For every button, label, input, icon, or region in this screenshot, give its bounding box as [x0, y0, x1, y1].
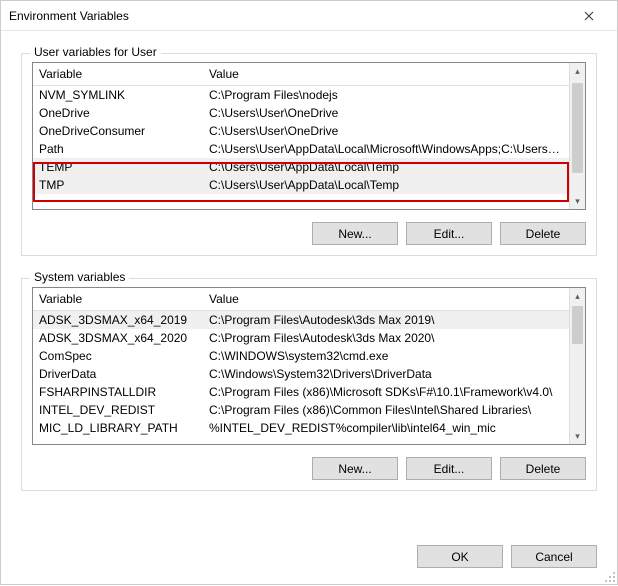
user-scroll-thumb[interactable]	[572, 83, 583, 173]
resize-grip-icon[interactable]	[604, 571, 616, 583]
table-row[interactable]: DriverDataC:\Windows\System32\Drivers\Dr…	[33, 365, 569, 383]
scroll-down-icon[interactable]: ▾	[570, 428, 585, 444]
cell-value: C:\Program Files\nodejs	[203, 86, 569, 105]
user-variables-table-wrap: Variable Value NVM_SYMLINKC:\Program Fil…	[32, 62, 586, 210]
cell-value: C:\Program Files (x86)\Common Files\Inte…	[203, 401, 569, 419]
cell-value: C:\Users\User\AppData\Local\Temp	[203, 158, 569, 176]
close-icon	[584, 11, 594, 21]
table-row[interactable]: PathC:\Users\User\AppData\Local\Microsof…	[33, 140, 569, 158]
user-variables-table[interactable]: Variable Value NVM_SYMLINKC:\Program Fil…	[33, 63, 569, 194]
cell-variable: MIC_LD_LIBRARY_PATH	[33, 419, 203, 437]
user-group-label: User variables for User	[30, 45, 161, 59]
system-new-button[interactable]: New...	[312, 457, 398, 480]
table-row[interactable]: TEMPC:\Users\User\AppData\Local\Temp	[33, 158, 569, 176]
cell-variable: OneDriveConsumer	[33, 122, 203, 140]
system-variables-table-wrap: Variable Value ADSK_3DSMAX_x64_2019C:\Pr…	[32, 287, 586, 445]
cell-value: C:\Users\User\OneDrive	[203, 122, 569, 140]
scroll-up-icon[interactable]: ▴	[570, 288, 585, 304]
cell-variable: TMP	[33, 176, 203, 194]
user-col-variable[interactable]: Variable	[33, 63, 203, 86]
user-scrollbar[interactable]: ▴ ▾	[569, 63, 585, 209]
system-buttons-row: New... Edit... Delete	[32, 457, 586, 480]
system-variables-group: System variables Variable Value ADSK_3DS…	[21, 278, 597, 491]
user-edit-button[interactable]: Edit...	[406, 222, 492, 245]
scroll-down-icon[interactable]: ▾	[570, 193, 585, 209]
scroll-up-icon[interactable]: ▴	[570, 63, 585, 79]
cell-variable: INTEL_DEV_REDIST	[33, 401, 203, 419]
system-scrollbar[interactable]: ▴ ▾	[569, 288, 585, 444]
cell-value: C:\Program Files\Autodesk\3ds Max 2020\	[203, 329, 569, 347]
system-col-value[interactable]: Value	[203, 288, 569, 311]
user-col-value[interactable]: Value	[203, 63, 569, 86]
cell-value: C:\Windows\System32\Drivers\DriverData	[203, 365, 569, 383]
table-row[interactable]: INTEL_DEV_REDISTC:\Program Files (x86)\C…	[33, 401, 569, 419]
close-button[interactable]	[569, 2, 609, 30]
cell-variable: ADSK_3DSMAX_x64_2020	[33, 329, 203, 347]
cell-value: C:\Users\User\AppData\Local\Temp	[203, 176, 569, 194]
system-col-variable[interactable]: Variable	[33, 288, 203, 311]
cell-variable: TEMP	[33, 158, 203, 176]
cell-variable: FSHARPINSTALLDIR	[33, 383, 203, 401]
cell-variable: NVM_SYMLINK	[33, 86, 203, 105]
cell-value: C:\Program Files\Autodesk\3ds Max 2019\	[203, 311, 569, 330]
system-scroll-thumb[interactable]	[572, 306, 583, 344]
table-row[interactable]: ADSK_3DSMAX_x64_2020C:\Program Files\Aut…	[33, 329, 569, 347]
table-row[interactable]: TMPC:\Users\User\AppData\Local\Temp	[33, 176, 569, 194]
dialog-footer: OK Cancel	[1, 535, 617, 584]
table-row[interactable]: MIC_LD_LIBRARY_PATH%INTEL_DEV_REDIST%com…	[33, 419, 569, 437]
system-variables-table[interactable]: Variable Value ADSK_3DSMAX_x64_2019C:\Pr…	[33, 288, 569, 437]
env-vars-window: Environment Variables User variables for…	[0, 0, 618, 585]
table-row[interactable]: OneDriveConsumerC:\Users\User\OneDrive	[33, 122, 569, 140]
user-delete-button[interactable]: Delete	[500, 222, 586, 245]
cell-variable: ComSpec	[33, 347, 203, 365]
cancel-button[interactable]: Cancel	[511, 545, 597, 568]
cell-value: %INTEL_DEV_REDIST%compiler\lib\intel64_w…	[203, 419, 569, 437]
cell-value: C:\Users\User\AppData\Local\Microsoft\Wi…	[203, 140, 569, 158]
ok-button[interactable]: OK	[417, 545, 503, 568]
dialog-body: User variables for User Variable Value N…	[1, 31, 617, 535]
system-group-label: System variables	[30, 270, 129, 284]
table-row[interactable]: NVM_SYMLINKC:\Program Files\nodejs	[33, 86, 569, 105]
cell-variable: DriverData	[33, 365, 203, 383]
system-edit-button[interactable]: Edit...	[406, 457, 492, 480]
cell-value: C:\Users\User\OneDrive	[203, 104, 569, 122]
system-delete-button[interactable]: Delete	[500, 457, 586, 480]
table-row[interactable]: OneDriveC:\Users\User\OneDrive	[33, 104, 569, 122]
table-row[interactable]: ADSK_3DSMAX_x64_2019C:\Program Files\Aut…	[33, 311, 569, 330]
cell-value: C:\Program Files (x86)\Microsoft SDKs\F#…	[203, 383, 569, 401]
table-row[interactable]: ComSpecC:\WINDOWS\system32\cmd.exe	[33, 347, 569, 365]
user-variables-group: User variables for User Variable Value N…	[21, 53, 597, 256]
user-new-button[interactable]: New...	[312, 222, 398, 245]
cell-variable: Path	[33, 140, 203, 158]
user-buttons-row: New... Edit... Delete	[32, 222, 586, 245]
cell-variable: ADSK_3DSMAX_x64_2019	[33, 311, 203, 330]
cell-value: C:\WINDOWS\system32\cmd.exe	[203, 347, 569, 365]
window-title: Environment Variables	[9, 9, 569, 23]
table-row[interactable]: FSHARPINSTALLDIRC:\Program Files (x86)\M…	[33, 383, 569, 401]
cell-variable: OneDrive	[33, 104, 203, 122]
titlebar: Environment Variables	[1, 1, 617, 31]
